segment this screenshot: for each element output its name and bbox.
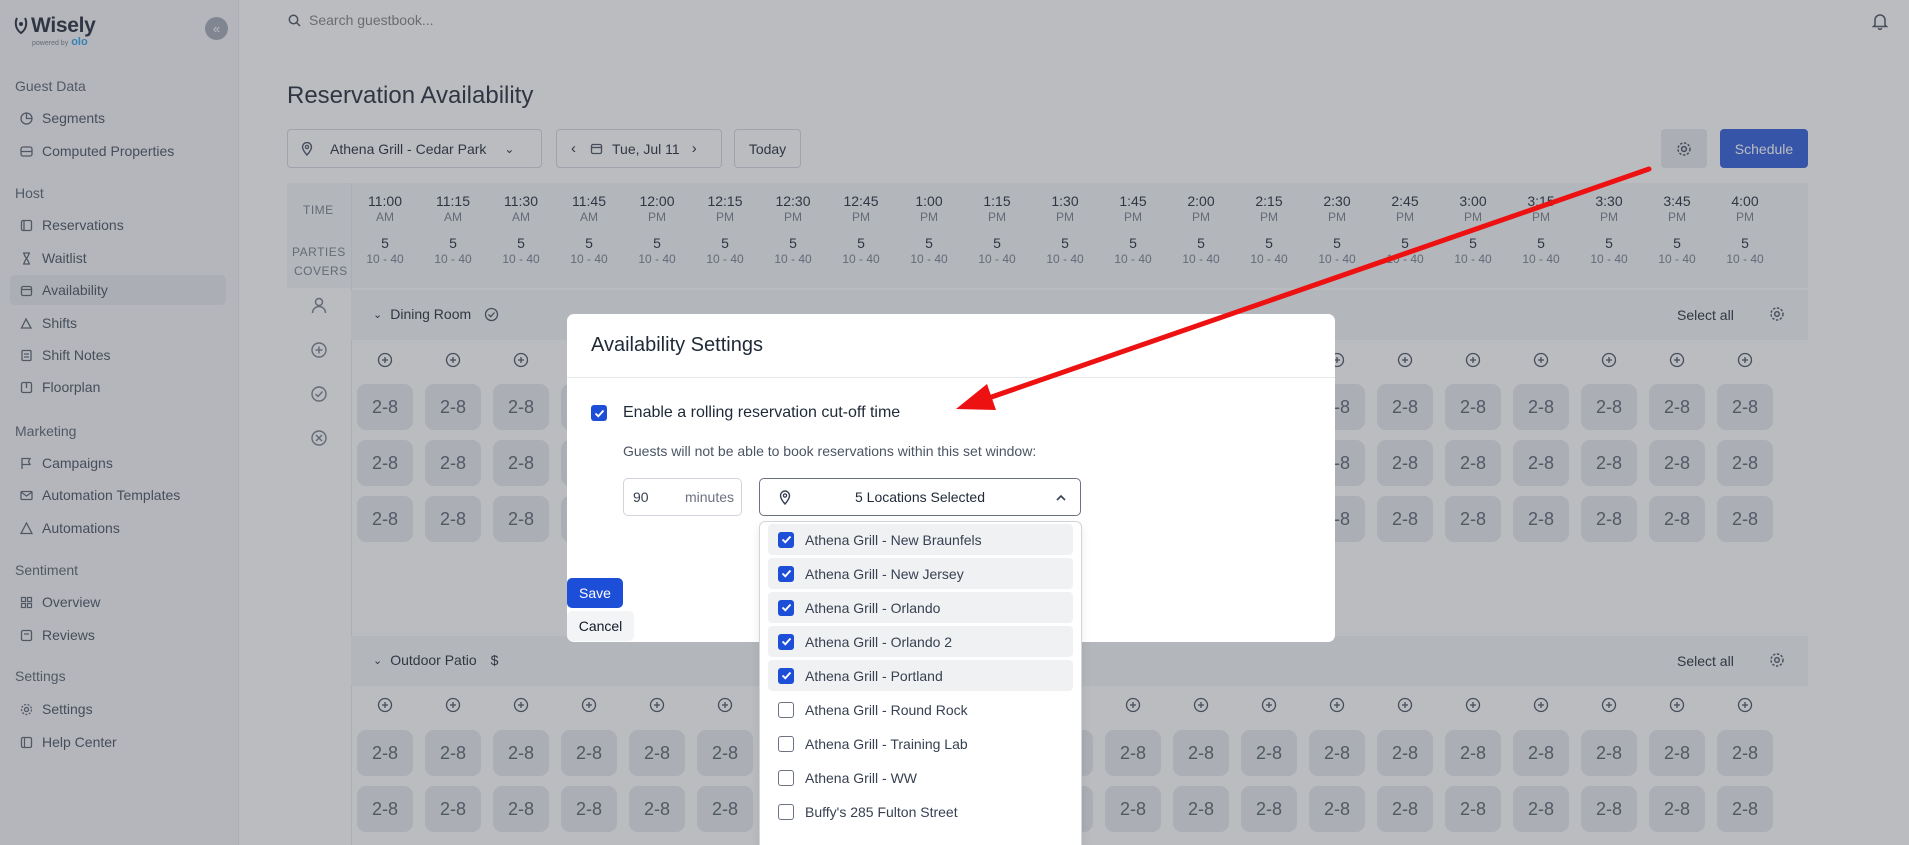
chevron-up-icon (1056, 494, 1066, 501)
enable-cutoff-label[interactable]: Enable a rolling reservation cut-off tim… (623, 404, 900, 422)
location-checkbox[interactable] (778, 565, 794, 582)
minutes-unit: minutes (685, 489, 735, 505)
location-option-label: Athena Grill - Orlando 2 (805, 633, 953, 650)
location-option[interactable]: Athena Grill - Orlando (768, 592, 1073, 623)
locations-option-list[interactable]: Athena Grill - New Braunfels Athena Grill… (759, 521, 1082, 845)
location-checkbox[interactable] (778, 667, 794, 684)
minutes-field[interactable]: minutes (623, 478, 742, 516)
location-option-label: Athena Grill - Training Lab (805, 735, 968, 752)
location-option[interactable]: Athena Grill - New Jersey (768, 558, 1073, 589)
location-option[interactable]: Athena Grill - WW (768, 762, 1073, 793)
location-option-label: Athena Grill - Orlando (805, 599, 941, 616)
location-checkbox[interactable] (778, 803, 794, 820)
location-checkbox[interactable] (778, 769, 794, 786)
location-option[interactable]: Buffy's 285 Fulton Street (768, 796, 1073, 827)
checkmark-icon (781, 535, 791, 544)
location-option-label: Athena Grill - WW (805, 769, 918, 786)
location-option-label: Buffy's 285 Fulton Street (805, 803, 958, 820)
locations-dropdown[interactable]: 5 Locations Selected (759, 478, 1081, 516)
location-option[interactable]: Athena Grill - Portland (768, 660, 1073, 691)
location-option-label: Athena Grill - New Jersey (805, 565, 964, 582)
cancel-button[interactable]: Cancel (567, 611, 634, 641)
location-checkbox[interactable] (778, 735, 794, 752)
location-option[interactable]: Athena Grill - Training Lab (768, 728, 1073, 759)
location-option[interactable]: Athena Grill - Round Rock (768, 694, 1073, 725)
cutoff-help-text: Guests will not be able to book reservat… (623, 443, 1037, 459)
modal-title: Availability Settings (591, 334, 763, 356)
minutes-input[interactable] (633, 489, 677, 505)
location-option-label: Athena Grill - Portland (805, 667, 943, 684)
checkmark-icon (781, 637, 791, 646)
location-checkbox[interactable] (778, 633, 794, 650)
modal-divider (567, 377, 1335, 378)
checkmark-icon (781, 671, 791, 680)
location-option-label: Athena Grill - Round Rock (805, 701, 968, 718)
location-option[interactable]: Athena Grill - New Braunfels (768, 524, 1073, 555)
locations-summary: 5 Locations Selected (855, 489, 985, 505)
checkmark-icon (781, 603, 791, 612)
location-option[interactable]: Athena Grill - Orlando 2 (768, 626, 1073, 657)
location-checkbox[interactable] (778, 599, 794, 616)
location-checkbox[interactable] (778, 531, 794, 548)
location-option-label: Athena Grill - New Braunfels (805, 531, 982, 548)
save-button[interactable]: Save (567, 578, 623, 608)
checkmark-icon (594, 409, 604, 418)
checkmark-icon (781, 569, 791, 578)
enable-cutoff-checkbox[interactable] (591, 405, 607, 421)
location-checkbox[interactable] (778, 701, 794, 718)
